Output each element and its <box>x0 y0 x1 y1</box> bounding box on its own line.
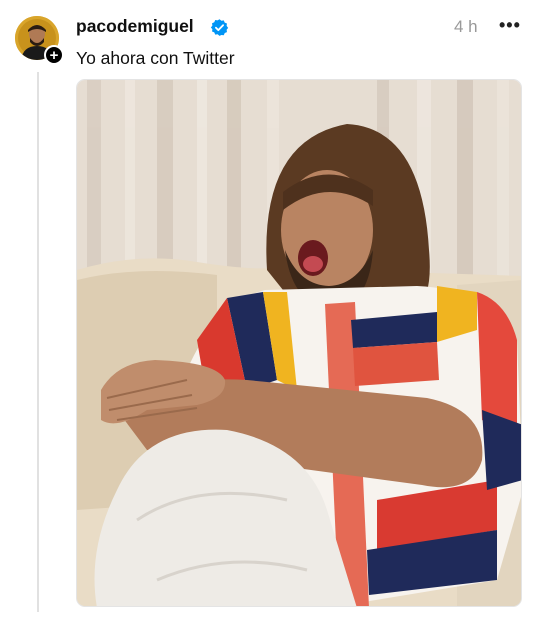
threads-post: + pacodemiguel 4 h ••• Yo ahora con Twit… <box>0 0 543 620</box>
more-options-icon[interactable]: ••• <box>499 15 521 36</box>
post-timestamp: 4 h <box>454 17 478 36</box>
post-image[interactable] <box>76 79 522 607</box>
post-caption: Yo ahora con Twitter <box>76 48 235 68</box>
photo-illustration <box>77 80 521 606</box>
avatar-container[interactable]: + <box>15 16 64 65</box>
verified-badge-icon <box>210 19 229 36</box>
follow-plus-icon[interactable]: + <box>44 45 64 65</box>
username[interactable]: pacodemiguel <box>76 16 194 37</box>
thread-line <box>37 72 39 612</box>
